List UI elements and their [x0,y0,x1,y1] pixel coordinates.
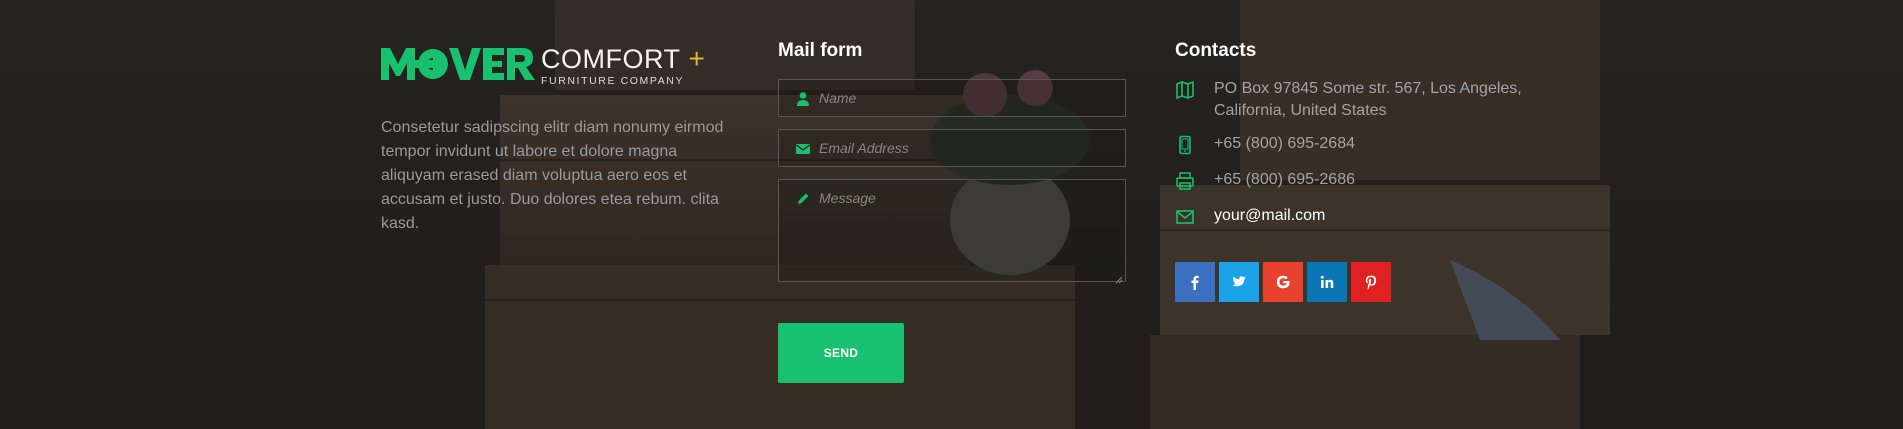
phone-1-text[interactable]: +65 (800) 695-2684 [1214,133,1355,155]
pinterest-icon[interactable] [1351,262,1391,302]
resize-handle-icon[interactable] [1115,271,1123,284]
email-field-wrapper [778,129,1126,167]
message-field-wrapper [778,179,1126,284]
contacts-title: Contacts [1175,40,1257,61]
printer-icon [1175,171,1195,191]
social-links [1175,262,1545,302]
logo-subtitle: FURNITURE COMPANY [541,75,685,87]
mail-form-section: Mail form SEND [778,39,1126,383]
envelope-icon [1175,207,1195,227]
logo[interactable]: COMFORT + FURNITURE COMPANY [381,43,731,87]
contact-address: PO Box 97845 Some str. 567, Los Angeles,… [1175,78,1545,122]
logo-comfort-text: COMFORT [541,44,681,74]
brand-description: Consetetur sadipscing elitr diam nonumy … [381,119,724,232]
twitter-icon[interactable] [1219,262,1259,302]
logo-plus-sign: + [688,43,705,74]
logo-mover-wordmark [381,46,535,82]
email-link[interactable]: your@mail.com [1214,205,1325,227]
phone-2-text[interactable]: +65 (800) 695-2686 [1214,169,1355,191]
facebook-icon[interactable] [1175,262,1215,302]
name-input[interactable] [819,80,1117,116]
message-textarea[interactable] [819,190,1117,270]
linkedin-icon[interactable] [1307,262,1347,302]
mail-form-title: Mail form [778,40,863,61]
send-button[interactable]: SEND [778,323,904,383]
envelope-icon [795,141,811,157]
name-field-wrapper [778,79,1126,117]
google-icon[interactable] [1263,262,1303,302]
pencil-icon [795,191,811,207]
contact-phone-2[interactable]: +65 (800) 695-2686 [1175,169,1545,191]
mobile-phone-icon [1175,135,1195,155]
email-input[interactable] [819,130,1117,166]
contacts-section: Contacts PO Box 97845 Some str. 567, Los… [1175,39,1545,302]
contact-phone-1[interactable]: +65 (800) 695-2684 [1175,133,1545,155]
address-text: PO Box 97845 Some str. 567, Los Angeles,… [1214,80,1522,119]
brand-section: COMFORT + FURNITURE COMPANY Consetetur s… [381,43,731,252]
map-icon [1175,80,1195,100]
user-icon [795,91,811,107]
contact-email: your@mail.com [1175,205,1545,227]
